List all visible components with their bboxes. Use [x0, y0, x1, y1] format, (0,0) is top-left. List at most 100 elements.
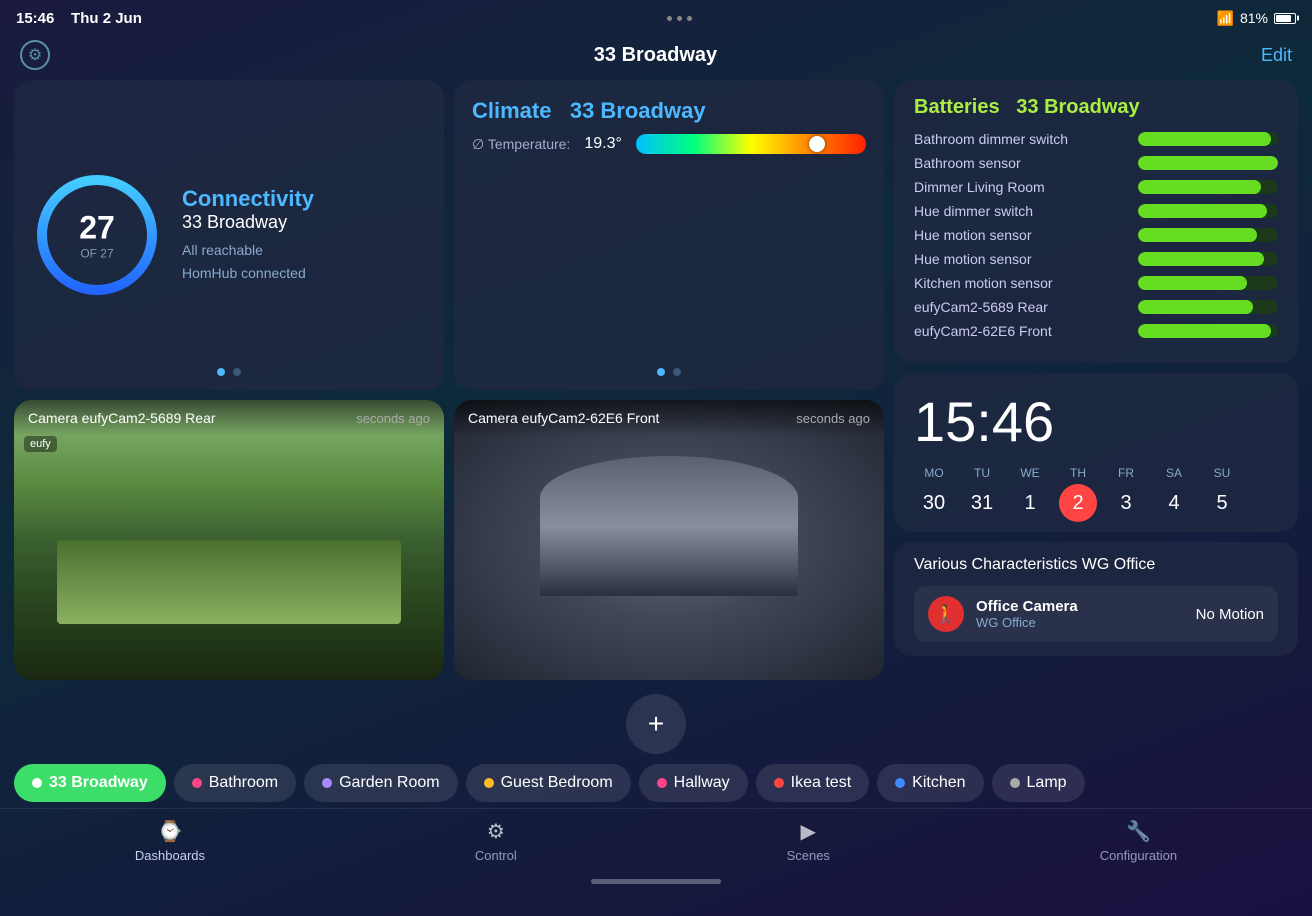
battery-bar-wrap — [1138, 228, 1278, 242]
edit-button[interactable]: Edit — [1261, 45, 1292, 66]
gauge-text: 27 OF 27 — [79, 210, 115, 261]
connectivity-card: 27 OF 27 Connectivity 33 Broadway All re… — [14, 80, 444, 390]
home-indicator — [591, 879, 721, 884]
day-name: TU — [974, 466, 990, 480]
page-title: 33 Broadway — [594, 44, 717, 67]
room-dot — [484, 778, 494, 788]
calendar-day: MO 30 — [914, 466, 954, 522]
status-date: Thu 2 Jun — [71, 10, 142, 27]
battery-bar-wrap — [1138, 276, 1278, 290]
batteries-address: 33 Broadway — [1016, 96, 1139, 118]
nav-item-configuration[interactable]: 🔧 Configuration — [1100, 819, 1177, 863]
day-name: TH — [1070, 466, 1086, 480]
battery-row: Hue motion sensor — [914, 227, 1278, 243]
battery-bar — [1138, 204, 1267, 218]
various-characteristics-card: Various Characteristics WG Office 🚶 Offi… — [894, 542, 1298, 656]
dashboard-icon: ⌚ — [158, 819, 183, 844]
various-device-row: 🚶 Office Camera WG Office No Motion — [914, 586, 1278, 642]
battery-name: eufyCam2-62E6 Front — [914, 323, 1052, 339]
nav-label: Scenes — [787, 848, 830, 863]
day-number: 30 — [915, 484, 953, 522]
battery-list: Bathroom dimmer switch Bathroom sensor D… — [914, 131, 1278, 339]
climate-temp-value: 19.3° — [584, 135, 622, 153]
battery-row: Hue dimmer switch — [914, 203, 1278, 219]
day-name: FR — [1118, 466, 1134, 480]
nav-label: Control — [475, 848, 517, 863]
room-label: Ikea test — [791, 774, 851, 792]
connectivity-status1: All reachable — [182, 242, 263, 258]
bottom-nav: ⌚ Dashboards ⚙ Control ▶ Scenes 🔧 Config… — [0, 808, 1312, 873]
climate-label: Climate — [472, 98, 551, 123]
climate-pagination — [657, 368, 681, 376]
nav-item-dashboards[interactable]: ⌚ Dashboards — [135, 819, 205, 863]
connectivity-pagination — [217, 368, 241, 376]
battery-bar — [1138, 252, 1264, 266]
battery-bar — [1138, 228, 1257, 242]
room-tab-hallway[interactable]: Hallway — [639, 764, 748, 802]
day-number: 4 — [1155, 484, 1193, 522]
battery-pct: 81% — [1240, 10, 1268, 26]
status-bar: 15:46 Thu 2 Jun 📶 81% — [0, 0, 1312, 36]
battery-bar-wrap — [1138, 132, 1278, 146]
room-tab-kitchen[interactable]: Kitchen — [877, 764, 983, 802]
settings-gear-button[interactable]: ⚙ — [20, 40, 50, 70]
battery-row: eufyCam2-62E6 Front — [914, 323, 1278, 339]
battery-name: Dimmer Living Room — [914, 179, 1045, 195]
battery-bar-wrap — [1138, 324, 1278, 338]
connectivity-gauge: 27 OF 27 — [32, 170, 162, 300]
nav-label: Dashboards — [135, 848, 205, 863]
configuration-icon: 🔧 — [1126, 819, 1151, 844]
room-dot — [32, 778, 42, 788]
room-label: Hallway — [674, 774, 730, 792]
battery-bar-wrap — [1138, 156, 1278, 170]
nav-item-control[interactable]: ⚙ Control — [475, 819, 517, 863]
camera-front-card[interactable]: Camera eufyCam2-62E6 Front seconds ago — [454, 400, 884, 680]
battery-bar — [1138, 324, 1271, 338]
room-dot — [774, 778, 784, 788]
climate-title: Climate 33 Broadway — [472, 98, 866, 124]
room-label: Kitchen — [912, 774, 965, 792]
dot-2 — [677, 16, 682, 21]
status-time: 15:46 — [16, 10, 54, 27]
temperature-marker — [809, 136, 825, 152]
room-dot — [1010, 778, 1020, 788]
battery-row: Hue motion sensor — [914, 251, 1278, 267]
calendar-day: TH 2 — [1058, 466, 1098, 522]
batteries-title: Batteries 33 Broadway — [914, 96, 1278, 119]
camera-rear-feed: eufy — [14, 400, 444, 680]
various-device-info: Office Camera WG Office — [976, 598, 1184, 630]
battery-bar-wrap — [1138, 204, 1278, 218]
nav-item-scenes[interactable]: ▶ Scenes — [787, 819, 830, 863]
calendar-day: TU 31 — [962, 466, 1002, 522]
climate-dot-1 — [657, 368, 665, 376]
room-dot — [657, 778, 667, 788]
room-dot — [895, 778, 905, 788]
room-tab-33-broadway[interactable]: 33 Broadway — [14, 764, 166, 802]
battery-name: Bathroom dimmer switch — [914, 131, 1068, 147]
connectivity-info: Connectivity 33 Broadway All reachable H… — [182, 186, 314, 284]
eufy-logo: eufy — [24, 436, 57, 452]
various-title: Various Characteristics WG Office — [914, 556, 1278, 574]
day-name: SU — [1214, 466, 1231, 480]
room-dot — [322, 778, 332, 788]
connectivity-status2: HomHub connected — [182, 265, 306, 281]
various-device-location: WG Office — [976, 615, 1184, 630]
add-widget-button[interactable]: + — [626, 694, 686, 754]
status-time-date: 15:46 Thu 2 Jun — [16, 10, 142, 27]
day-name: WE — [1020, 466, 1039, 480]
camera-rear-card[interactable]: Camera eufyCam2-5689 Rear seconds ago eu… — [14, 400, 444, 680]
battery-row: Dimmer Living Room — [914, 179, 1278, 195]
climate-card: Climate 33 Broadway ∅ Temperature: 19.3° — [454, 80, 884, 390]
day-name: SA — [1166, 466, 1182, 480]
room-tab-ikea-test[interactable]: Ikea test — [756, 764, 869, 802]
dot-3 — [687, 16, 692, 21]
connectivity-of: OF 27 — [79, 247, 115, 261]
battery-bar-wrap — [1138, 180, 1278, 194]
room-tab-garden-room[interactable]: Garden Room — [304, 764, 458, 802]
room-tab-bathroom[interactable]: Bathroom — [174, 764, 296, 802]
room-tab-guest-bedroom[interactable]: Guest Bedroom — [466, 764, 631, 802]
battery-bar-wrap — [1138, 300, 1278, 314]
room-tab-lamp[interactable]: Lamp — [992, 764, 1085, 802]
batteries-label: Batteries — [914, 96, 1000, 118]
calendar-row: MO 30 TU 31 WE 1 TH 2 FR 3 SA 4 SU 5 — [914, 466, 1278, 522]
